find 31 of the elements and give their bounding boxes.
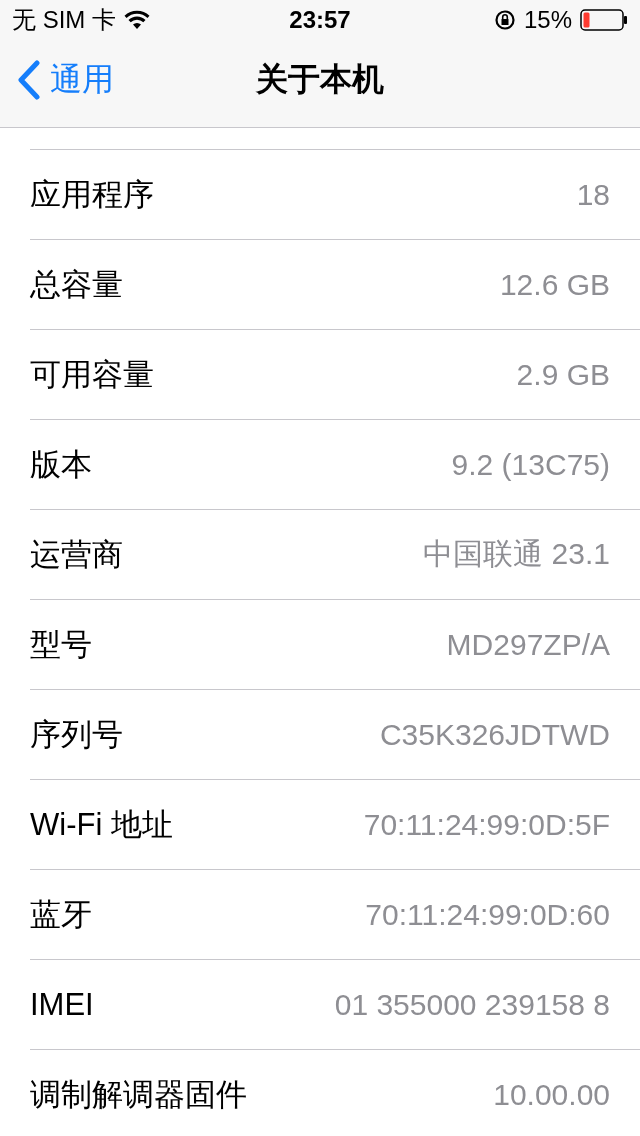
row-label: 可用容量: [30, 355, 154, 394]
row-value: MD297ZP/A: [446, 627, 610, 662]
row-value: 01 355000 239158 8: [334, 987, 610, 1022]
row-value: 2.9 GB: [516, 357, 610, 392]
row-value: 中国联通 23.1: [423, 536, 610, 572]
page-title: 关于本机: [256, 59, 384, 99]
rotation-lock-icon: [493, 9, 516, 31]
back-chevron-icon: [16, 59, 40, 100]
row-value: 70:11:24:99:0D:60: [365, 897, 610, 932]
row-label: 运营商: [30, 535, 123, 574]
row-label: Wi-Fi 地址: [30, 805, 173, 844]
row-label: 应用程序: [30, 175, 154, 214]
row-value: C35K326JDTWD: [379, 717, 610, 752]
row-label: 调制解调器固件: [30, 1075, 247, 1114]
row-value: 12.6 GB: [499, 267, 610, 302]
row-value: 70:11:24:99:0D:5F: [363, 807, 610, 842]
battery-percent: 15%: [523, 6, 572, 34]
battery-icon: [580, 9, 628, 31]
clock-time: 23:57: [289, 6, 351, 34]
row-label: 序列号: [30, 715, 123, 754]
row-label: 版本: [30, 445, 92, 484]
row-value: 10.00.00: [493, 1077, 610, 1112]
row-label: 型号: [30, 625, 92, 664]
row-value: 18: [576, 177, 610, 212]
back-button[interactable]: 通用: [16, 57, 114, 102]
row-label: 总容量: [30, 265, 123, 304]
row-value: 9.2 (13C75): [451, 447, 610, 482]
wifi-icon: [124, 10, 150, 30]
row-label: IMEI: [30, 986, 94, 1023]
row-label: 蓝牙: [30, 895, 92, 934]
carrier-text: 无 SIM 卡: [12, 5, 116, 35]
